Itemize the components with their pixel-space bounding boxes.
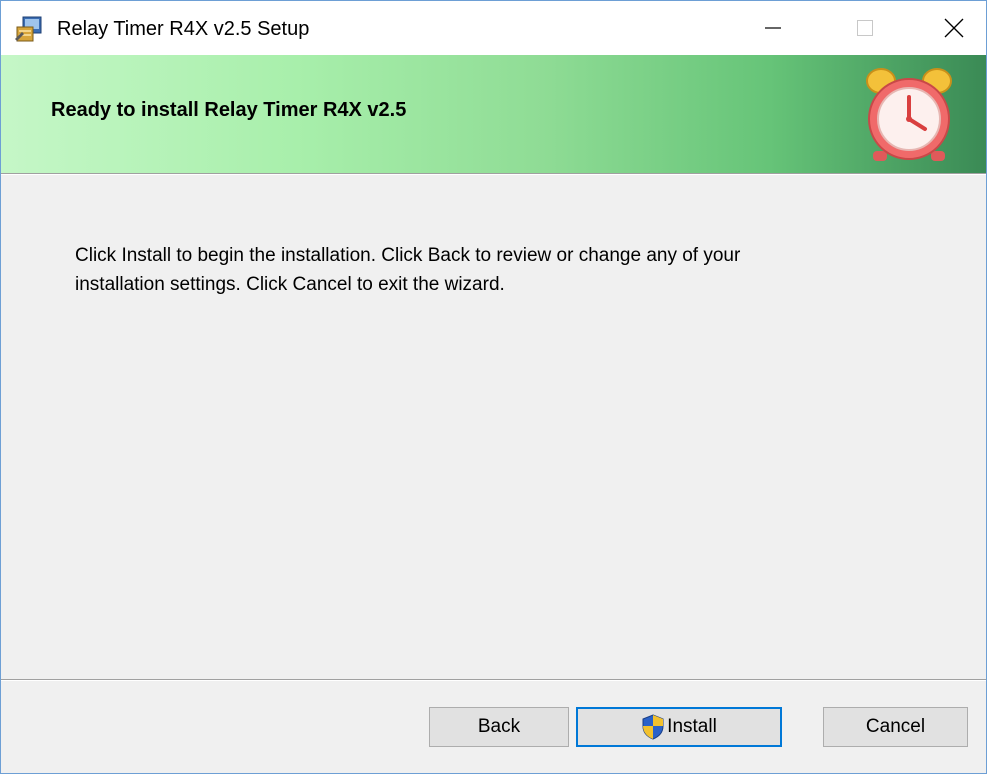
back-button-label: Back bbox=[477, 716, 521, 737]
install-button[interactable]: Install bbox=[576, 707, 782, 747]
instructions-text: Click Install to begin the installation.… bbox=[75, 241, 875, 299]
back-button[interactable]: Back bbox=[429, 707, 569, 747]
setup-window: Relay Timer R4X v2.5 Setup Ready to inst… bbox=[0, 0, 987, 774]
header-banner: Ready to install Relay Timer R4X v2.5 bbox=[1, 55, 986, 173]
footer-divider-highlight bbox=[1, 680, 986, 681]
instructions-line-1: Click Install to begin the installation.… bbox=[75, 245, 741, 266]
cancel-button-label: Cancel bbox=[865, 716, 926, 737]
banner-divider-highlight bbox=[1, 174, 986, 175]
maximize-button[interactable] bbox=[833, 1, 897, 55]
cancel-button[interactable]: Cancel bbox=[823, 707, 968, 747]
close-icon bbox=[944, 18, 964, 38]
uac-shield-icon bbox=[642, 714, 664, 740]
alarm-clock-icon bbox=[866, 68, 952, 161]
close-button[interactable] bbox=[922, 1, 986, 55]
maximize-icon bbox=[857, 20, 873, 36]
title-bar[interactable]: Relay Timer R4X v2.5 Setup bbox=[1, 1, 986, 55]
installer-app-icon bbox=[15, 16, 42, 42]
install-button-label: Install bbox=[667, 716, 717, 737]
window-title: Relay Timer R4X v2.5 Setup bbox=[57, 18, 310, 40]
minimize-button[interactable] bbox=[741, 1, 805, 55]
banner-title: Ready to install Relay Timer R4X v2.5 bbox=[51, 99, 407, 121]
minimize-icon bbox=[765, 27, 781, 29]
instructions-line-2: installation settings. Click Cancel to e… bbox=[75, 274, 505, 295]
